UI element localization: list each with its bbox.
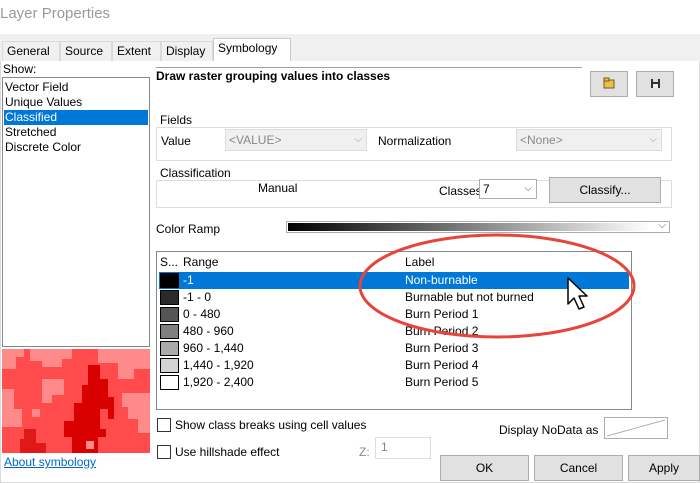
- symbology-preview-image: [2, 349, 150, 453]
- label-cell[interactable]: Burn Period 4: [405, 357, 478, 374]
- range-cell[interactable]: 1,440 - 1,920: [183, 357, 254, 374]
- show-label: Show:: [3, 62, 37, 76]
- folder-open-icon: [603, 77, 615, 89]
- value-label: Value: [161, 134, 191, 148]
- header-range[interactable]: Range: [183, 255, 218, 269]
- chevron-down-icon: ⌵: [524, 183, 532, 194]
- chevron-down-icon: ⌵: [658, 220, 666, 231]
- symbol-swatch[interactable]: [160, 358, 179, 373]
- symbol-swatch[interactable]: [160, 290, 179, 305]
- nodata-label: Display NoData as: [499, 423, 599, 437]
- symbol-swatch[interactable]: [160, 273, 179, 288]
- range-cell[interactable]: -1 - 0: [183, 289, 211, 306]
- save-button[interactable]: [636, 71, 674, 97]
- symbol-swatch[interactable]: [160, 324, 179, 339]
- renderer-heading: Draw raster grouping values into classes: [156, 67, 582, 89]
- tab-general[interactable]: General: [2, 41, 60, 61]
- cancel-button[interactable]: Cancel: [534, 455, 623, 481]
- show-item-stretched[interactable]: Stretched: [4, 125, 148, 140]
- table-row[interactable]: 1,440 - 1,920 Burn Period 4: [159, 357, 629, 374]
- symbol-swatch[interactable]: [160, 375, 179, 390]
- range-cell[interactable]: 1,920 - 2,400: [183, 374, 254, 391]
- range-cell[interactable]: 480 - 960: [183, 323, 234, 340]
- chevron-down-icon: ⌵: [354, 134, 362, 145]
- chevron-down-icon: ⌵: [649, 134, 657, 145]
- range-cell[interactable]: 0 - 480: [183, 306, 220, 323]
- classes-dropdown-text: 7: [483, 182, 490, 196]
- normalization-dropdown-text: <None>: [520, 133, 563, 147]
- hillshade-checkbox[interactable]: [157, 445, 171, 459]
- classify-button[interactable]: Classify...: [549, 177, 661, 203]
- tab-strip: General Source Extent Display Symbology: [0, 38, 700, 62]
- ok-button[interactable]: OK: [440, 455, 529, 481]
- show-item-discrete-color[interactable]: Discrete Color: [4, 140, 148, 155]
- tab-display[interactable]: Display: [161, 41, 213, 61]
- preview-map-graphic: [2, 349, 150, 453]
- show-item-classified[interactable]: Classified: [4, 110, 148, 125]
- hillshade-label: Use hillshade effect: [175, 445, 280, 459]
- symbol-swatch[interactable]: [160, 341, 179, 356]
- annotation-ellipse: [358, 233, 636, 339]
- classification-method: Manual: [258, 181, 298, 195]
- fields-group-label: Fields: [160, 113, 193, 127]
- save-icon: [651, 79, 660, 88]
- no-color-icon: [606, 419, 666, 437]
- open-button[interactable]: [590, 71, 628, 97]
- tab-source[interactable]: Source: [60, 41, 112, 61]
- about-symbology-link[interactable]: About symbology: [4, 455, 96, 469]
- window-title: Layer Properties: [0, 5, 111, 22]
- tab-extent[interactable]: Extent: [112, 41, 161, 61]
- range-cell[interactable]: 960 - 1,440: [183, 340, 244, 357]
- show-list[interactable]: Vector Field Unique Values Classified St…: [2, 77, 150, 347]
- apply-button[interactable]: Apply: [628, 455, 700, 481]
- nodata-color-picker[interactable]: [604, 417, 668, 439]
- show-item-vector-field[interactable]: Vector Field: [4, 80, 148, 95]
- annotation-overlay: [358, 233, 636, 339]
- show-item-unique-values[interactable]: Unique Values: [4, 95, 148, 110]
- z-label: Z:: [359, 445, 370, 459]
- table-row[interactable]: 1,920 - 2,400 Burn Period 5: [159, 374, 629, 391]
- classes-label: Classes: [439, 184, 482, 198]
- color-ramp-label: Color Ramp: [156, 222, 221, 236]
- title-bar: Layer Properties: [0, 0, 700, 34]
- classification-group-label: Classification: [160, 166, 231, 180]
- label-cell[interactable]: Burn Period 5: [405, 374, 478, 391]
- normalization-dropdown[interactable]: <None> ⌵: [516, 129, 662, 151]
- tab-symbology[interactable]: Symbology: [213, 38, 291, 62]
- range-cell[interactable]: -1: [183, 272, 194, 289]
- normalization-label: Normalization: [378, 134, 452, 148]
- mouse-pointer-icon: [567, 277, 588, 310]
- show-class-breaks-checkbox[interactable]: [157, 418, 171, 432]
- show-class-breaks-label: Show class breaks using cell values: [175, 418, 367, 432]
- classes-dropdown[interactable]: 7 ⌵: [479, 179, 537, 199]
- symbol-swatch[interactable]: [160, 307, 179, 322]
- value-dropdown[interactable]: <VALUE> ⌵: [225, 129, 367, 151]
- value-dropdown-text: <VALUE>: [229, 133, 282, 147]
- z-factor-input[interactable]: 1: [375, 437, 431, 459]
- header-symbol[interactable]: S...: [160, 255, 178, 269]
